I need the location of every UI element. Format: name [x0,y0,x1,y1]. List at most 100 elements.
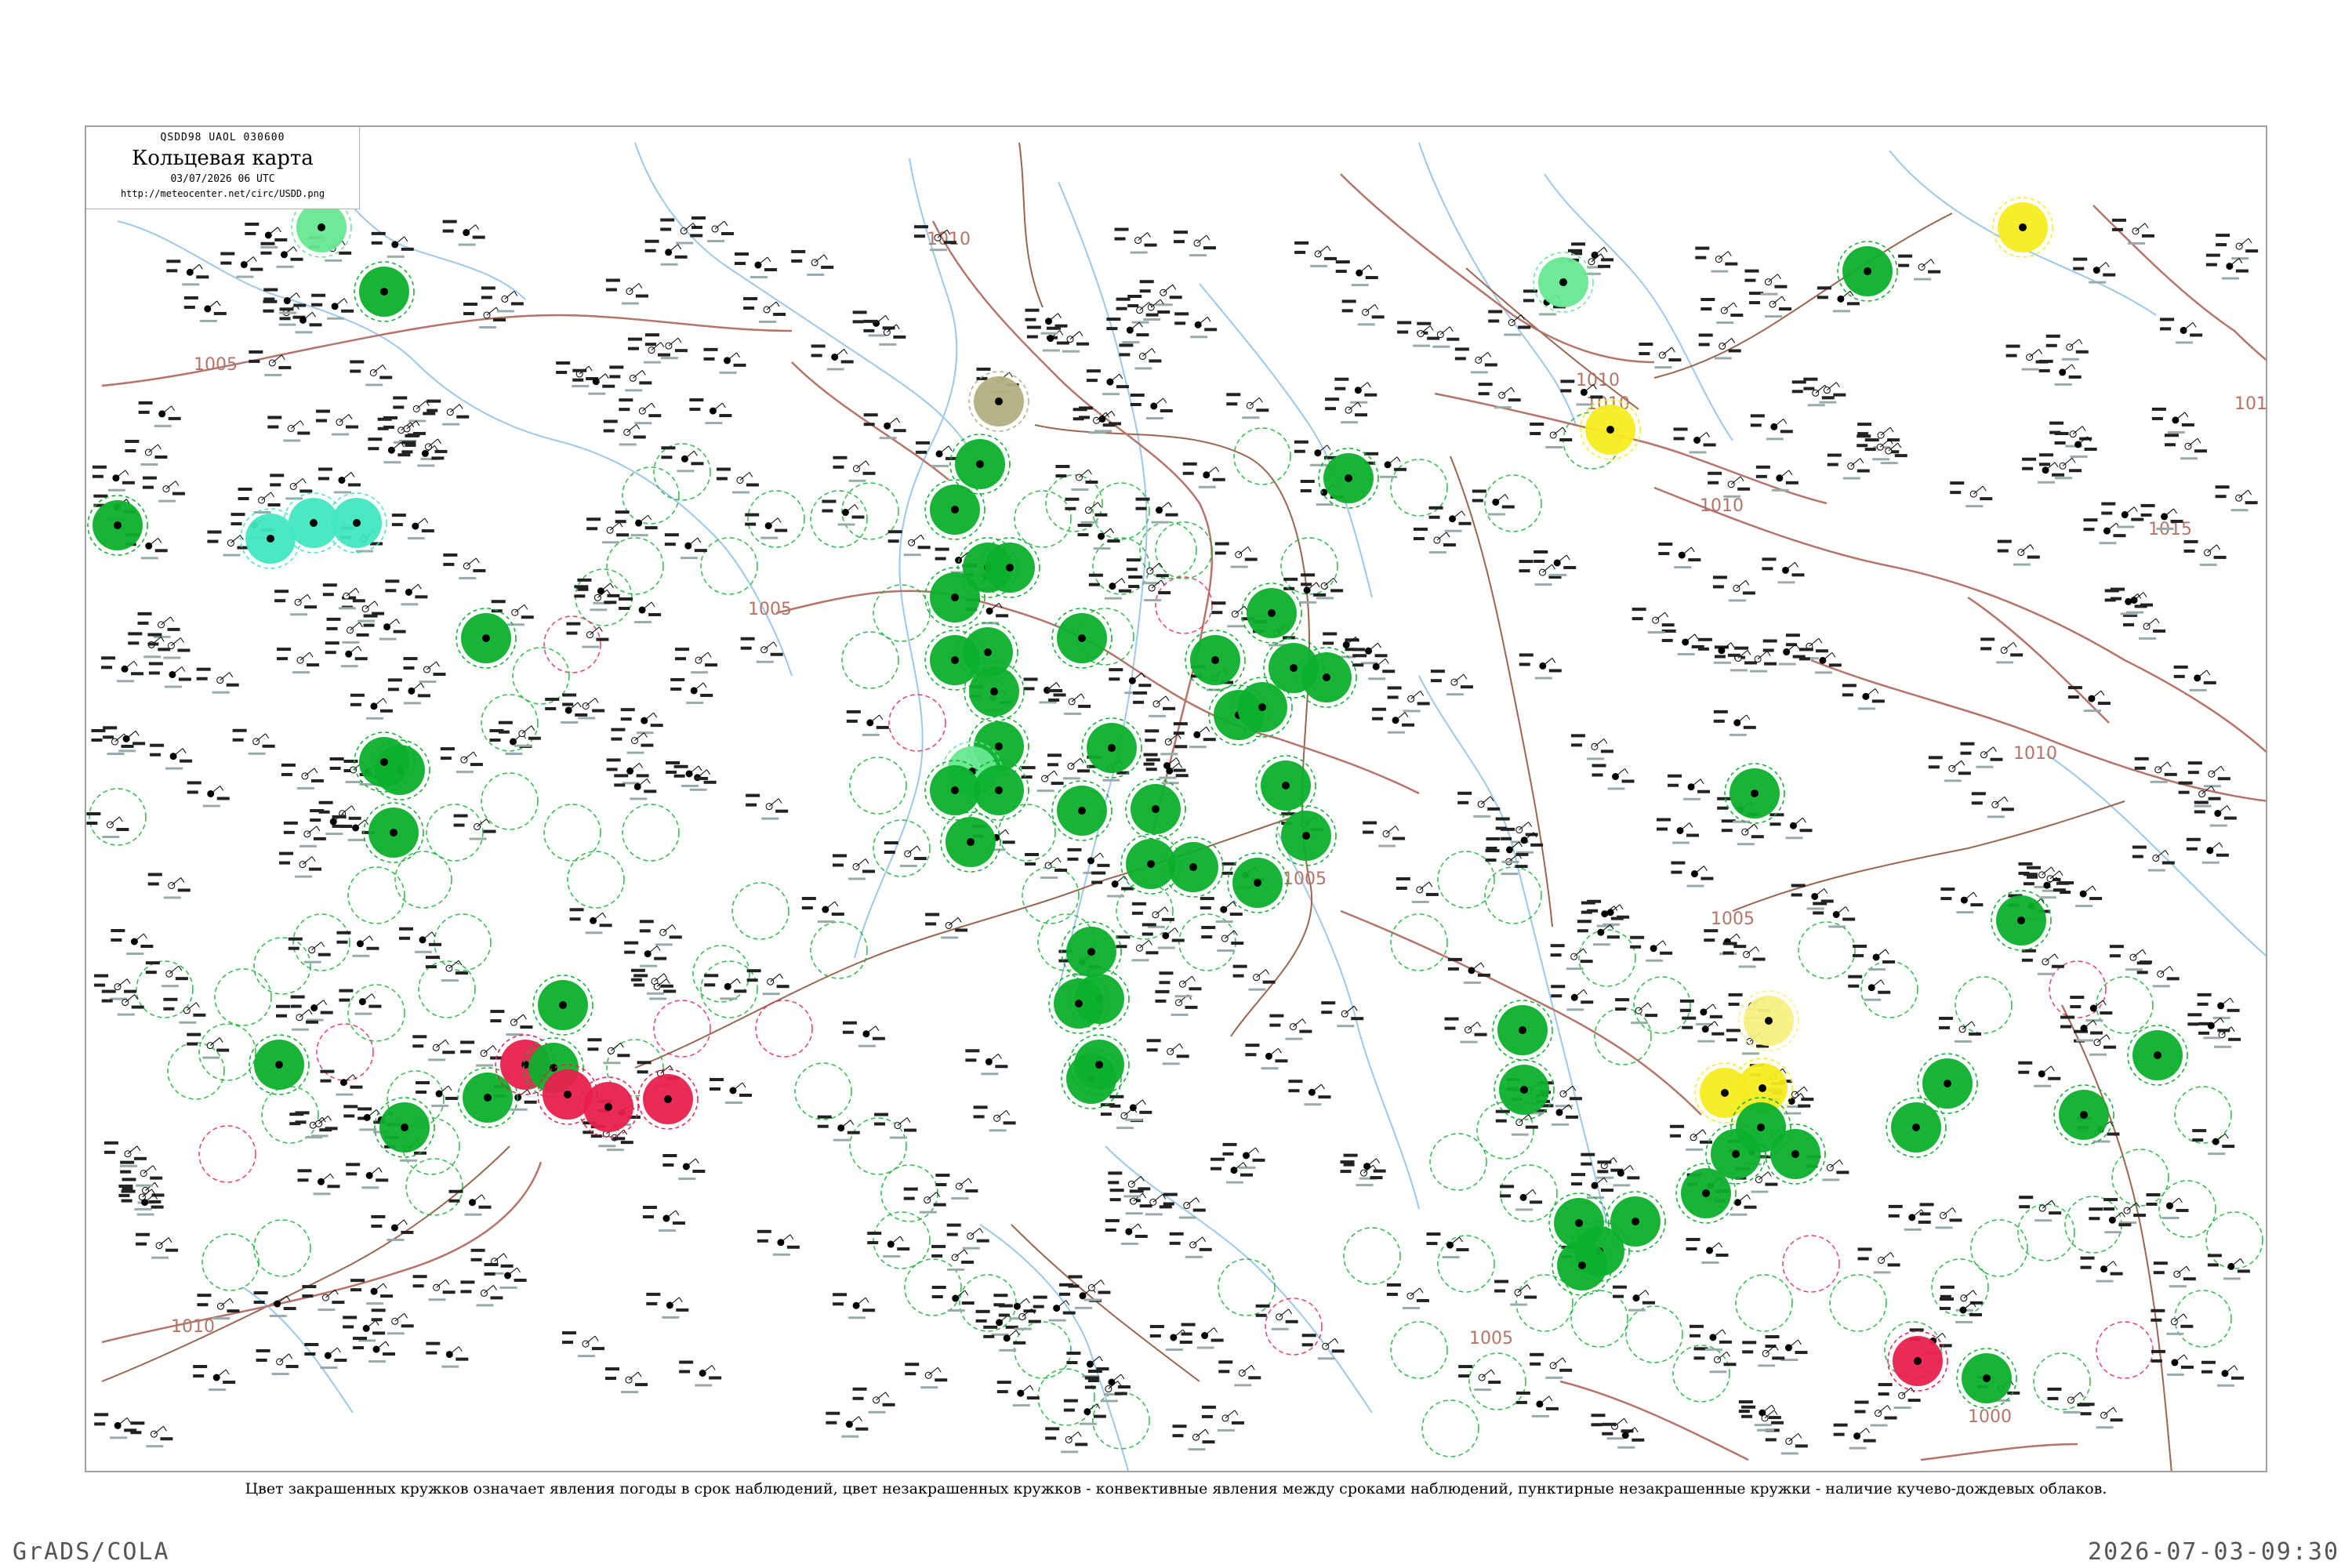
station-marker [1301,1334,1345,1360]
station-dot [380,758,388,766]
station-marker [2194,800,2237,827]
station-marker [1169,1232,1212,1258]
cb-circle [198,1125,256,1183]
station-marker [1182,462,1225,488]
station-marker [1091,871,1134,898]
station-marker [1854,1400,1897,1427]
station-marker [274,590,318,616]
station-marker [846,710,889,736]
station-marker [1848,975,1891,1001]
station-marker [412,1275,456,1301]
station-marker [2187,761,2230,788]
station-marker [704,974,747,1000]
station-marker [1109,1094,1152,1121]
station-marker [136,1232,179,1259]
cb-circle [1014,490,1072,548]
cb-circle [810,921,868,979]
station-marker [569,908,612,935]
station-marker [2160,318,2203,344]
cb-circle [214,968,272,1026]
station-marker [2186,837,2229,864]
station-marker [460,1040,503,1067]
station-marker [606,758,649,785]
station-marker [619,398,662,425]
station-marker [371,1308,414,1335]
cb-circle [1155,521,1213,579]
station-marker [339,989,382,1015]
station-dot [1519,1026,1526,1034]
station-marker [2005,344,2049,371]
station-marker [125,439,168,466]
station-marker [1494,1279,1537,1306]
station-marker [103,726,146,753]
station-marker [425,956,468,982]
station-marker [931,1286,975,1312]
station-dot [2080,1111,2088,1119]
isobar-label: 1010 [2234,394,2267,414]
station-marker [2101,502,2144,528]
station-marker [1693,1347,1737,1374]
map-title: Кольцевая карта [132,147,314,170]
station-marker [1245,1044,1288,1070]
station-marker [371,1214,414,1241]
station-marker [1021,766,1064,793]
station-marker [833,456,876,482]
rivers [117,142,2266,1471]
bulletin-code: QSDD98 UAOL 030600 [160,132,285,143]
station-marker [101,656,144,683]
station-marker [2083,518,2126,545]
station-marker [1639,343,1682,369]
station-marker [1833,1423,1876,1450]
station-marker [147,873,191,899]
station-marker [1668,774,1711,800]
station-marker [884,841,927,868]
cb-circle [2205,1211,2263,1269]
station-marker [1971,792,2014,818]
station-dot [2154,1051,2161,1059]
station-marker [2151,407,2194,434]
station-dot [1575,1219,1583,1227]
cb-circle [512,647,570,705]
cb-circle [731,882,789,940]
station-marker [2173,665,2216,691]
station-marker [1174,312,1218,339]
station-marker [745,513,788,539]
station-marker [232,728,275,755]
station-marker [1200,897,1243,924]
station-dot [951,593,959,601]
cb-circle [394,851,452,909]
cb-circle [167,1042,225,1100]
station-marker [1813,902,1856,928]
station-marker [289,1112,332,1139]
station-marker [1940,887,1984,914]
station-dot [1559,278,1567,286]
station-dot [1520,1086,1528,1094]
station-marker [1386,1283,1429,1309]
station-dot [1323,673,1330,681]
station-marker [716,467,759,494]
station-dot [1914,1357,1922,1365]
station-marker [193,1365,236,1392]
station-marker [1172,1425,1215,1451]
cb-circle [1955,976,2013,1034]
isobar-labels: 1005 1010 1010 1010 1005 1005 1010 1015 … [171,230,2267,1427]
cb-circle [1092,537,1150,595]
cb-circle [1390,1321,1448,1379]
station-marker [710,1077,753,1104]
map-url[interactable]: http://meteocenter.net/circ/USDD.png [86,188,359,199]
station-marker [2045,334,2089,361]
cb-circle [841,631,899,689]
station-marker [1114,227,1157,254]
station-marker [2183,539,2227,566]
footer-timestamp: 2026-07-03-09:30 [2088,1538,2339,1566]
station-marker [1842,684,1885,710]
station-marker [1950,481,1993,508]
station-marker [1671,861,1714,887]
station-dot [995,397,1003,405]
station-marker [318,467,361,494]
station-marker [1713,710,1756,736]
station-marker [1888,1204,1931,1231]
station-marker [1226,393,1269,419]
isobar-label: 1010 [1700,496,1744,516]
map-header: QSDD98 UAOL 030600 Кольцевая карта 03/07… [86,127,360,209]
